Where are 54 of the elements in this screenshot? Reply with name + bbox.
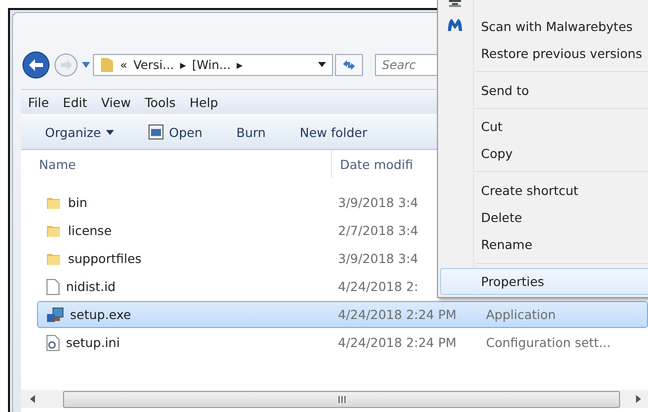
scroll-right-icon[interactable]	[634, 394, 642, 404]
address-bar[interactable]: « Versi... ▸ [Win... ▸	[93, 54, 333, 76]
file-name: setup.ini	[66, 335, 120, 350]
back-button[interactable]	[21, 50, 51, 80]
date-cell-text: 3/9/2018 3:4	[338, 251, 420, 266]
menu-item[interactable]: Edit	[58, 94, 96, 110]
folder-icon	[100, 57, 114, 73]
window-icon	[148, 124, 164, 140]
breadcrumb[interactable]: ▸	[180, 58, 186, 72]
context-menu-item[interactable]: Cut	[440, 112, 648, 140]
file-name: supportfiles	[68, 251, 142, 266]
date-cell-text: 4/24/2018 2:24 PM	[338, 307, 458, 322]
m-logo-icon	[447, 18, 463, 32]
file-name: bin	[68, 195, 88, 210]
date-cell-text: 3/9/2018 3:4	[338, 195, 420, 210]
file-row[interactable]: setup.ini 4/24/2018 2:24 PM Configuration sett...	[37, 329, 648, 356]
toolbar-button[interactable]: Open	[138, 124, 212, 140]
horizontal-scrollbar[interactable]	[21, 390, 648, 408]
breadcrumb[interactable]: [Win...	[192, 58, 231, 72]
context-menu-item[interactable]: Properties	[440, 268, 648, 295]
menu-item[interactable]: Tools	[140, 94, 185, 110]
context-menu-item[interactable]: Create shortcut	[440, 176, 648, 204]
menu-item[interactable]: Help	[184, 94, 228, 110]
date-cell-text: 4/24/2018 2:24 PM	[338, 335, 458, 350]
column-header[interactable]: Name	[21, 156, 331, 172]
file-row[interactable]: setup.exe 4/24/2018 2:24 PM Application	[37, 301, 648, 328]
breadcrumb[interactable]: «	[120, 58, 128, 72]
menu-item[interactable]: File	[23, 94, 58, 110]
scroll-left-icon[interactable]	[29, 394, 37, 404]
breadcrumb[interactable]: Versi...	[133, 58, 174, 72]
file-name: setup.exe	[70, 307, 132, 322]
context-menu-item[interactable]: Delete	[440, 204, 648, 232]
toolbar-button[interactable]: Organize	[35, 124, 124, 140]
context-menu-item[interactable]: Send to	[440, 76, 648, 104]
dropdown-icon[interactable]	[318, 62, 326, 68]
caret-icon	[106, 130, 114, 134]
settings-file-icon	[46, 334, 60, 350]
refresh-icon	[342, 59, 356, 71]
file-icon	[46, 278, 60, 294]
toolbar-button[interactable]: New folder	[290, 124, 378, 140]
toolbar-button[interactable]: Burn	[226, 124, 276, 140]
type-cell-text: Application	[486, 307, 557, 322]
grip-icon	[338, 396, 346, 402]
file-name: nidist.id	[66, 279, 116, 294]
breadcrumb[interactable]: ▸	[236, 58, 243, 72]
type-cell-text: Configuration sett...	[486, 335, 612, 350]
refresh-button[interactable]	[335, 54, 363, 76]
file-name: license	[68, 223, 112, 238]
context-menu-item[interactable]: Scan with Malwarebytes	[440, 12, 648, 40]
installer-icon	[46, 306, 64, 322]
context-menu-item[interactable]: Rename	[440, 231, 648, 259]
menu-item[interactable]: View	[96, 94, 140, 110]
context-menu-item[interactable]: Copy	[440, 140, 648, 168]
date-cell-text: 2/7/2018 3:4	[338, 223, 420, 238]
